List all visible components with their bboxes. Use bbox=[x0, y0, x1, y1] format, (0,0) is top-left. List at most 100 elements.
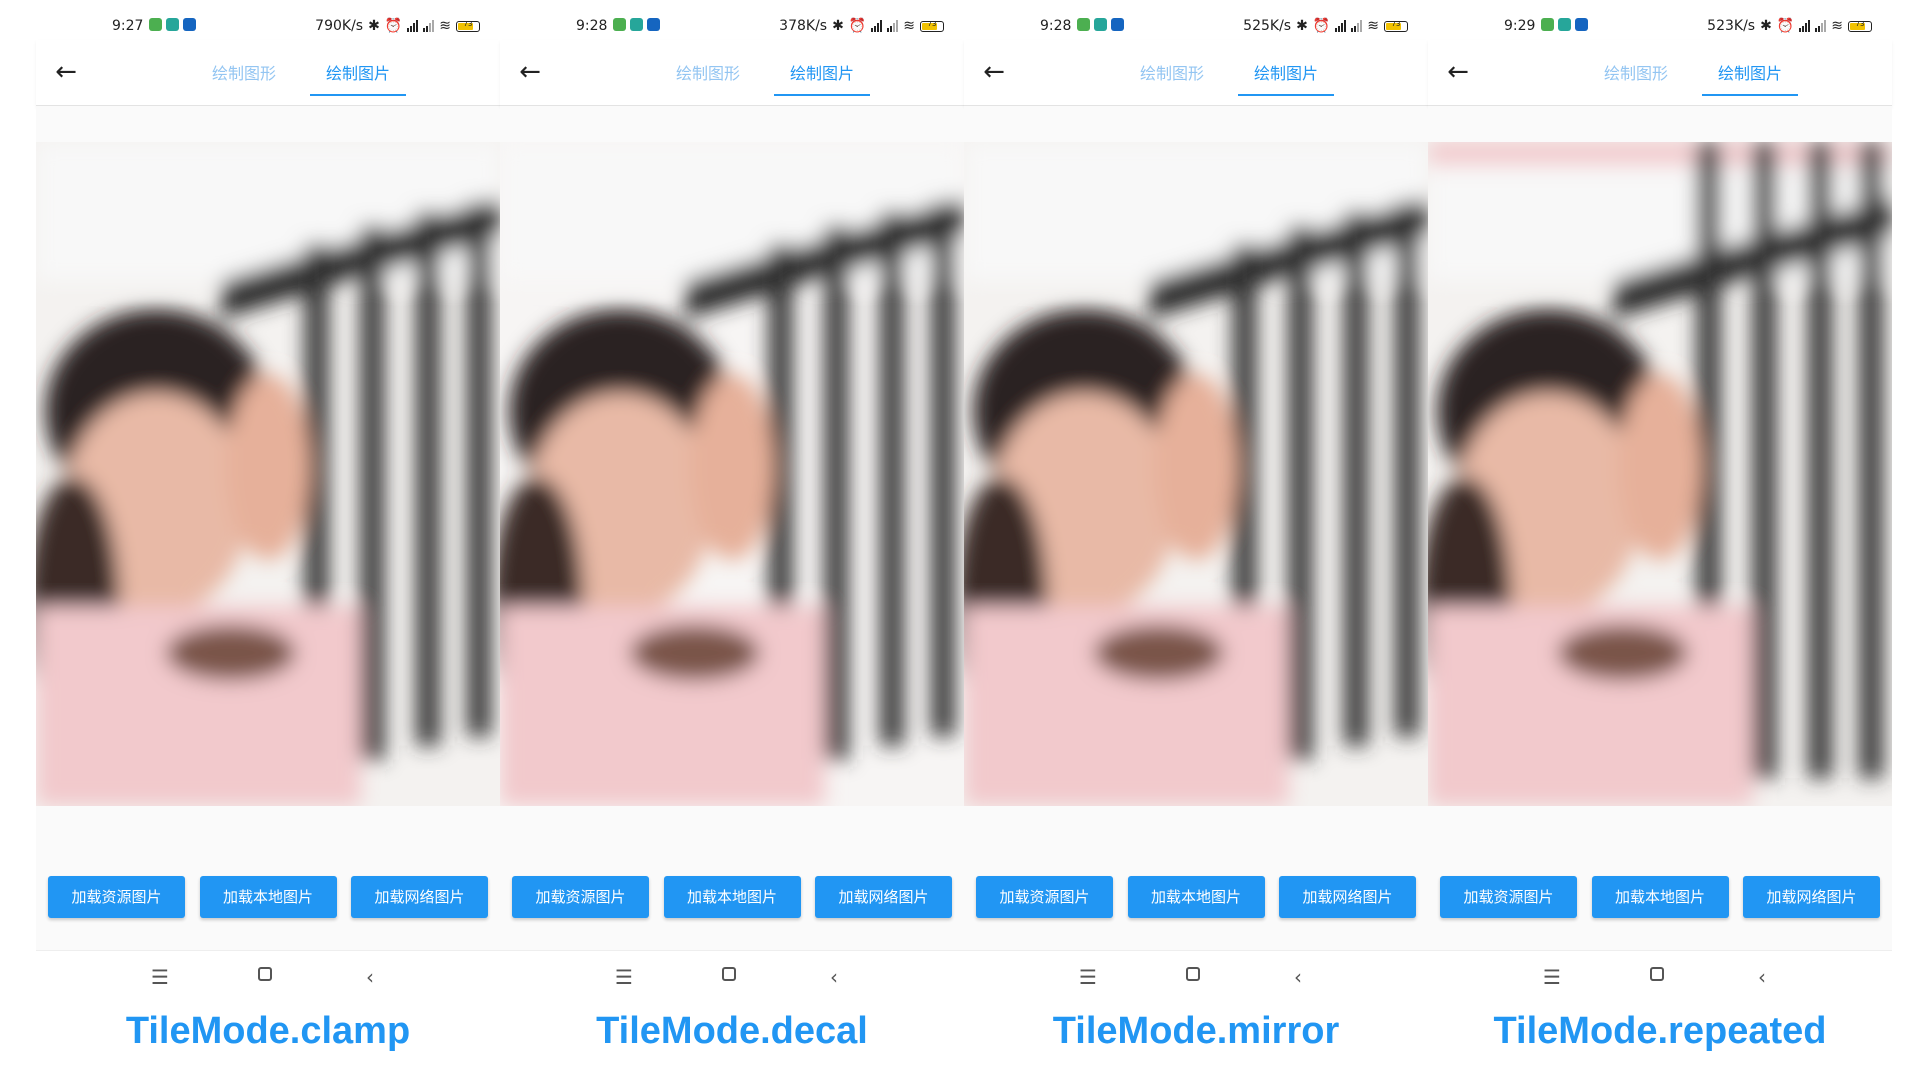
status-bar: 9:28 378K/s ✱ ⏰ ≋ 73 bbox=[500, 12, 964, 40]
alarm-icon: ⏰ bbox=[384, 18, 403, 34]
tab-draw-images[interactable]: 绘制图片 bbox=[310, 48, 407, 98]
button-row: 加载资源图片 加载本地图片 加载网络图片 bbox=[512, 876, 952, 918]
phone-panel-clamp: 9:27 790K/s ✱ ⏰ ≋ 73 ← 绘制图形 绘制图片 加载资源图片 … bbox=[36, 0, 500, 1080]
home-icon[interactable] bbox=[1650, 967, 1664, 981]
app-green-icon bbox=[613, 18, 626, 31]
net-speed: 790K/s bbox=[315, 18, 364, 34]
status-time: 9:29 bbox=[1504, 18, 1536, 34]
signal-icon bbox=[1815, 20, 1827, 32]
arrow-left-icon[interactable]: ← bbox=[1438, 52, 1478, 92]
home-icon[interactable] bbox=[258, 967, 272, 981]
load-resource-image-button[interactable]: 加载资源图片 bbox=[512, 876, 649, 918]
tab-draw-shapes[interactable]: 绘制图形 bbox=[1124, 48, 1220, 98]
system-nav-bar: ☰ ‹ bbox=[36, 950, 500, 1001]
system-nav-bar: ☰ ‹ bbox=[500, 950, 964, 1001]
tab-draw-shapes[interactable]: 绘制图形 bbox=[660, 48, 756, 98]
blurred-photo bbox=[1428, 142, 1892, 806]
button-row: 加载资源图片 加载本地图片 加载网络图片 bbox=[1440, 876, 1880, 918]
battery-icon: 73 bbox=[456, 20, 480, 32]
status-time: 9:28 bbox=[1040, 18, 1072, 34]
net-speed: 378K/s bbox=[779, 18, 828, 34]
battery-icon: 73 bbox=[1848, 20, 1872, 32]
bluetooth-icon: ✱ bbox=[1760, 18, 1772, 34]
app-green-icon bbox=[1541, 18, 1554, 31]
bluetooth-icon: ✱ bbox=[368, 18, 380, 34]
tab-draw-shapes[interactable]: 绘制图形 bbox=[196, 48, 292, 98]
battery-icon: 73 bbox=[920, 20, 944, 32]
net-speed: 525K/s bbox=[1243, 18, 1292, 34]
signal-icon bbox=[887, 20, 899, 32]
load-network-image-button[interactable]: 加载网络图片 bbox=[815, 876, 952, 918]
content-area: 加载资源图片 加载本地图片 加载网络图片 bbox=[36, 106, 500, 950]
tile-mode-caption: TileMode.mirror bbox=[1052, 1010, 1340, 1052]
content-area: 加载资源图片 加载本地图片 加载网络图片 bbox=[500, 106, 964, 950]
app-green-icon bbox=[1077, 18, 1090, 31]
alarm-icon: ⏰ bbox=[848, 18, 867, 34]
system-nav-bar: ☰ ‹ bbox=[1428, 950, 1892, 1001]
arrow-left-icon[interactable]: ← bbox=[46, 52, 86, 92]
load-network-image-button[interactable]: 加载网络图片 bbox=[1279, 876, 1416, 918]
battery-icon: 73 bbox=[1384, 20, 1408, 32]
back-icon[interactable]: ‹ bbox=[830, 965, 838, 989]
status-app-icons bbox=[613, 18, 660, 31]
app-blue-icon bbox=[1111, 18, 1124, 31]
app-teal-icon bbox=[166, 18, 179, 31]
tab-draw-images[interactable]: 绘制图片 bbox=[774, 48, 871, 98]
home-icon[interactable] bbox=[722, 967, 736, 981]
net-speed: 523K/s bbox=[1707, 18, 1756, 34]
signal-icon bbox=[1335, 20, 1347, 32]
alarm-icon: ⏰ bbox=[1312, 18, 1331, 34]
load-local-image-button[interactable]: 加载本地图片 bbox=[1127, 876, 1265, 918]
tab-draw-images[interactable]: 绘制图片 bbox=[1702, 48, 1799, 98]
status-app-icons bbox=[149, 18, 196, 31]
tab-draw-shapes[interactable]: 绘制图形 bbox=[1588, 48, 1684, 98]
load-resource-image-button[interactable]: 加载资源图片 bbox=[976, 876, 1113, 918]
back-icon[interactable]: ‹ bbox=[1294, 965, 1302, 989]
load-resource-image-button[interactable]: 加载资源图片 bbox=[48, 876, 185, 918]
load-local-image-button[interactable]: 加载本地图片 bbox=[663, 876, 801, 918]
load-network-image-button[interactable]: 加载网络图片 bbox=[1743, 876, 1880, 918]
blurred-photo bbox=[500, 142, 964, 806]
wifi-icon: ≋ bbox=[903, 18, 915, 34]
blurred-photo-image bbox=[964, 142, 1428, 806]
menu-icon[interactable]: ☰ bbox=[615, 965, 633, 989]
load-local-image-button[interactable]: 加载本地图片 bbox=[199, 876, 337, 918]
arrow-left-icon[interactable]: ← bbox=[974, 52, 1014, 92]
tab-draw-images[interactable]: 绘制图片 bbox=[1238, 48, 1335, 98]
content-area: 加载资源图片 加载本地图片 加载网络图片 bbox=[964, 106, 1428, 950]
app-teal-icon bbox=[630, 18, 643, 31]
blurred-photo bbox=[964, 142, 1428, 806]
back-icon[interactable]: ‹ bbox=[366, 965, 374, 989]
status-app-icons bbox=[1077, 18, 1124, 31]
app-bar: ← 绘制图形 绘制图片 bbox=[1428, 40, 1892, 106]
home-icon[interactable] bbox=[1186, 967, 1200, 981]
status-bar: 9:29 523K/s ✱ ⏰ ≋ 73 bbox=[1428, 12, 1892, 40]
button-row: 加载资源图片 加载本地图片 加载网络图片 bbox=[976, 876, 1416, 918]
app-blue-icon bbox=[647, 18, 660, 31]
load-network-image-button[interactable]: 加载网络图片 bbox=[351, 876, 488, 918]
wifi-icon: ≋ bbox=[1831, 18, 1843, 34]
load-local-image-button[interactable]: 加载本地图片 bbox=[1591, 876, 1729, 918]
phone-panel-repeated: 9:29 523K/s ✱ ⏰ ≋ 73 ← 绘制图形 绘制图片 加载资源图片 … bbox=[1428, 0, 1892, 1080]
load-resource-image-button[interactable]: 加载资源图片 bbox=[1440, 876, 1577, 918]
blurred-photo-image bbox=[36, 142, 500, 806]
back-icon[interactable]: ‹ bbox=[1758, 965, 1766, 989]
button-row: 加载资源图片 加载本地图片 加载网络图片 bbox=[48, 876, 488, 918]
status-app-icons bbox=[1541, 18, 1588, 31]
tab-bar: 绘制图形 绘制图片 bbox=[660, 48, 871, 98]
status-right: 378K/s ✱ ⏰ ≋ 73 bbox=[779, 18, 944, 34]
signal-icon bbox=[407, 20, 419, 32]
tab-bar: 绘制图形 绘制图片 bbox=[196, 48, 407, 98]
status-right: 525K/s ✱ ⏰ ≋ 73 bbox=[1243, 18, 1408, 34]
app-bar: ← 绘制图形 绘制图片 bbox=[500, 40, 964, 106]
arrow-left-icon[interactable]: ← bbox=[510, 52, 550, 92]
menu-icon[interactable]: ☰ bbox=[151, 965, 169, 989]
app-teal-icon bbox=[1094, 18, 1107, 31]
status-time: 9:28 bbox=[576, 18, 608, 34]
app-teal-icon bbox=[1558, 18, 1571, 31]
signal-icon bbox=[1351, 20, 1363, 32]
menu-icon[interactable]: ☰ bbox=[1079, 965, 1097, 989]
wifi-icon: ≋ bbox=[1367, 18, 1379, 34]
tile-mode-caption: TileMode.clamp bbox=[125, 1010, 411, 1052]
menu-icon[interactable]: ☰ bbox=[1543, 965, 1561, 989]
